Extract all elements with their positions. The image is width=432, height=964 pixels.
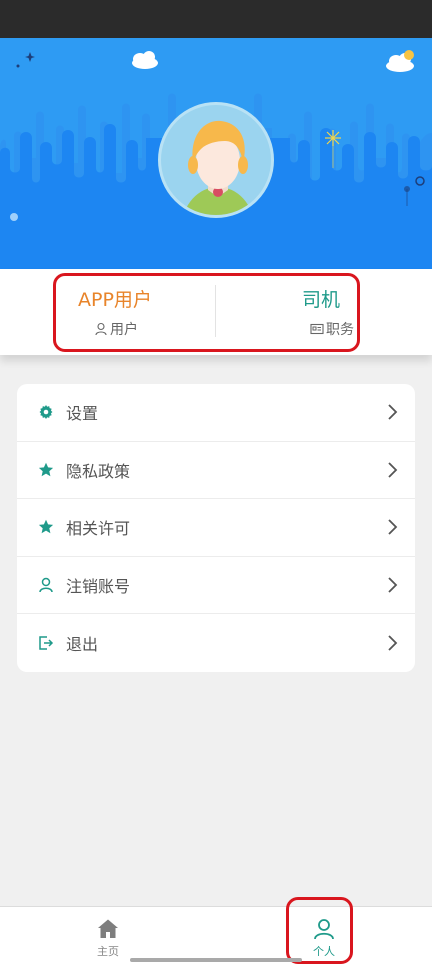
username-label: 用户 xyxy=(110,322,138,338)
chevron-right-icon xyxy=(388,519,398,536)
tab-me-label: 个人 xyxy=(313,945,335,958)
home-icon xyxy=(98,919,118,938)
role-label-row: 职务 xyxy=(310,319,354,339)
user-icon xyxy=(95,322,107,336)
menu-item-label: 注销账号 xyxy=(66,577,131,597)
menu-item-licenses[interactable]: 相关许可 xyxy=(17,499,415,557)
chevron-right-icon xyxy=(388,577,398,593)
menu-item-label: 退出 xyxy=(66,635,99,655)
menu-item-privacy-policy[interactable]: 隐私政策 xyxy=(17,442,415,500)
avatar[interactable] xyxy=(158,102,274,218)
role-label: 职务 xyxy=(326,322,354,338)
home-indicator xyxy=(130,958,302,962)
chevron-right-icon xyxy=(388,462,398,478)
tab-home[interactable]: 主页 xyxy=(68,907,148,964)
menu-item-settings[interactable]: 设置 xyxy=(17,384,415,442)
username-label-row: 用户 xyxy=(94,319,138,339)
role-value: 司机 xyxy=(301,289,340,311)
tab-home-label: 主页 xyxy=(97,945,119,958)
status-bar xyxy=(0,0,432,38)
gear-icon xyxy=(38,404,54,420)
id-card-icon xyxy=(310,323,324,335)
person-icon xyxy=(38,577,54,593)
tab-me[interactable]: 个人 xyxy=(284,907,364,964)
menu-item-logout[interactable]: 退出 xyxy=(17,614,415,672)
exit-icon xyxy=(38,635,54,651)
settings-menu: 设置 隐私政策 相关许可 注销账号 退出 xyxy=(17,384,415,672)
menu-item-delete-account[interactable]: 注销账号 xyxy=(17,557,415,615)
username-section: APP用户 用户 xyxy=(54,269,214,355)
star-icon xyxy=(38,462,54,478)
avatar-illustration xyxy=(183,120,253,215)
username-value: APP用户 xyxy=(78,289,152,311)
role-section: 司机 职务 xyxy=(216,269,376,355)
profile-header-banner xyxy=(0,38,432,269)
profile-info-card: APP用户 用户 司机 职务 xyxy=(0,269,432,355)
menu-item-label: 设置 xyxy=(66,404,99,424)
menu-item-label: 相关许可 xyxy=(66,519,131,539)
menu-item-label: 隐私政策 xyxy=(66,461,131,481)
person-icon xyxy=(314,919,334,940)
bottom-tab-bar: 主页 个人 xyxy=(0,906,432,964)
chevron-right-icon xyxy=(388,635,398,651)
star-icon xyxy=(38,519,54,535)
chevron-right-icon xyxy=(388,404,398,420)
